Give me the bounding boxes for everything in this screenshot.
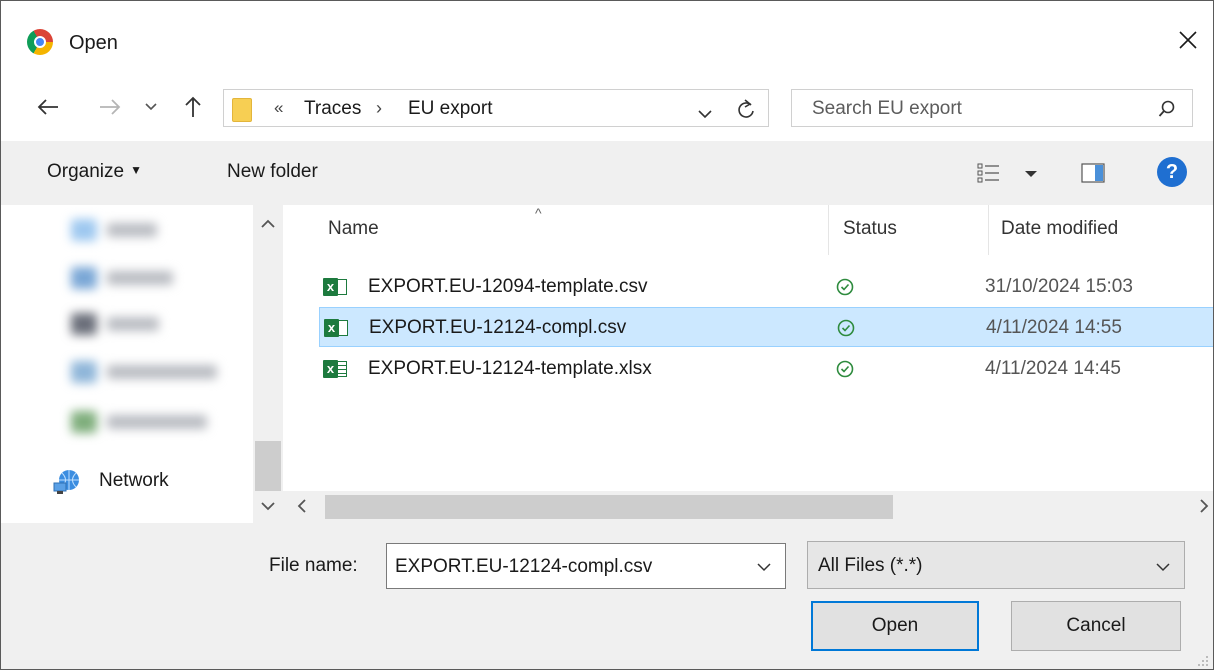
- dialog-title: Open: [69, 32, 118, 54]
- details-view-icon: [977, 163, 1037, 183]
- back-arrow-icon: [37, 99, 58, 115]
- caret-down-icon: ▼: [130, 163, 142, 177]
- file-date-modified: 4/11/2024 14:45: [985, 358, 1121, 379]
- blurred-nav-item[interactable]: [71, 219, 171, 241]
- close-icon: [1179, 31, 1197, 49]
- file-name-combobox[interactable]: EXPORT.EU-12124-compl.csv: [386, 543, 786, 589]
- new-folder-button[interactable]: New folder: [227, 161, 318, 183]
- breadcrumb-separator[interactable]: ›: [376, 98, 382, 119]
- open-button[interactable]: Open: [811, 601, 979, 651]
- file-type-filter-select[interactable]: All Files (*.*): [807, 541, 1185, 589]
- excel-xlsx-icon: x: [323, 359, 347, 379]
- back-button[interactable]: [33, 91, 63, 123]
- resize-grip-icon[interactable]: [1197, 655, 1209, 667]
- file-row-selected[interactable]: x EXPORT.EU-12124-compl.csv 4/11/2024 14…: [319, 307, 1213, 347]
- chrome-icon: [27, 29, 53, 55]
- file-type-filter-value: All Files (*.*): [818, 555, 923, 576]
- search-placeholder: Search EU export: [812, 98, 962, 119]
- scrollbar-thumb[interactable]: [255, 441, 281, 491]
- file-date-modified: 31/10/2024 15:03: [985, 276, 1133, 297]
- blurred-nav-item[interactable]: [71, 313, 181, 335]
- organize-label: Organize: [47, 161, 125, 182]
- scroll-left-arrow-icon[interactable]: [297, 499, 307, 513]
- navigation-pane-scrollbar[interactable]: [253, 205, 283, 523]
- scrollbar-thumb[interactable]: [325, 495, 893, 519]
- refresh-button[interactable]: [736, 98, 756, 126]
- dialog-footer: File name: EXPORT.EU-12124-compl.csv All…: [1, 523, 1213, 669]
- file-name: EXPORT.EU-12094-template.csv: [368, 276, 648, 297]
- column-header-date-modified[interactable]: Date modified: [989, 205, 1213, 255]
- blurred-nav-item[interactable]: [71, 411, 241, 433]
- recent-locations-button[interactable]: [141, 91, 161, 123]
- sidebar-item-label: Network: [99, 470, 169, 491]
- title-bar: Open: [1, 1, 1213, 81]
- navigation-pane: Network: [1, 205, 283, 523]
- sync-status-ok-icon: [836, 360, 854, 378]
- search-box[interactable]: Search EU export: [791, 89, 1193, 127]
- up-arrow-icon: [185, 96, 201, 117]
- excel-csv-icon: x: [323, 277, 347, 297]
- file-row[interactable]: x EXPORT.EU-12094-template.csv 31/10/202…: [319, 267, 1213, 307]
- folder-icon: [232, 98, 252, 122]
- up-button[interactable]: [179, 91, 207, 123]
- preview-pane-icon: [1081, 163, 1105, 183]
- blurred-nav-item[interactable]: [71, 361, 241, 383]
- organize-menu[interactable]: Organize ▼: [47, 161, 142, 183]
- file-date-modified: 4/11/2024 14:55: [986, 317, 1122, 338]
- column-header-status[interactable]: Status: [829, 205, 989, 255]
- forward-arrow-icon: [100, 99, 121, 115]
- search-icon: [1158, 100, 1176, 124]
- help-icon[interactable]: ?: [1157, 157, 1187, 187]
- chevron-down-icon: [698, 110, 712, 119]
- breadcrumb-traces[interactable]: Traces: [304, 98, 361, 120]
- scroll-up-arrow-icon[interactable]: [261, 219, 275, 229]
- breadcrumb-overflow[interactable]: «: [274, 98, 283, 118]
- cancel-button[interactable]: Cancel: [1011, 601, 1181, 651]
- refresh-icon: [738, 99, 754, 118]
- file-name-input[interactable]: EXPORT.EU-12124-compl.csv: [395, 556, 652, 578]
- file-list-horizontal-scrollbar[interactable]: [283, 491, 1213, 523]
- address-bar[interactable]: « Traces › EU export: [223, 89, 769, 127]
- network-icon: [53, 470, 79, 494]
- sync-status-ok-icon: [836, 278, 854, 296]
- excel-csv-icon: x: [324, 318, 348, 338]
- column-header-name[interactable]: Name: [319, 205, 829, 255]
- address-history-button[interactable]: [698, 103, 712, 125]
- chevron-down-icon: [145, 103, 157, 111]
- column-header-label: Name: [328, 218, 379, 239]
- blurred-nav-item[interactable]: [71, 267, 191, 289]
- chevron-down-icon: [1156, 563, 1170, 572]
- column-header-label: Date modified: [1001, 218, 1119, 239]
- change-view-button[interactable]: [977, 161, 1047, 185]
- file-name: EXPORT.EU-12124-template.xlsx: [368, 358, 652, 379]
- chevron-down-icon[interactable]: [757, 562, 771, 572]
- preview-pane-button[interactable]: [1081, 163, 1105, 183]
- breadcrumb-eu-export[interactable]: EU export: [408, 98, 492, 120]
- file-list: ^ Name Status Date modified x EXPORT.EU-…: [283, 205, 1213, 523]
- file-name-label: File name:: [269, 555, 358, 576]
- navigation-bar: « Traces › EU export Search EU export: [1, 81, 1213, 133]
- scroll-down-arrow-icon[interactable]: [261, 501, 275, 511]
- file-row[interactable]: x EXPORT.EU-12124-template.xlsx 4/11/202…: [319, 349, 1213, 389]
- open-file-dialog: Open « Traces › EU export Search EU expo…: [0, 0, 1214, 670]
- command-bar: Organize ▼ New folder ?: [1, 141, 1213, 205]
- column-header-label: Status: [843, 218, 897, 239]
- file-name: EXPORT.EU-12124-compl.csv: [369, 317, 627, 338]
- sync-status-ok-icon: [837, 319, 855, 337]
- scroll-right-arrow-icon[interactable]: [1199, 499, 1209, 513]
- close-button[interactable]: [1163, 15, 1213, 65]
- forward-button[interactable]: [95, 91, 125, 123]
